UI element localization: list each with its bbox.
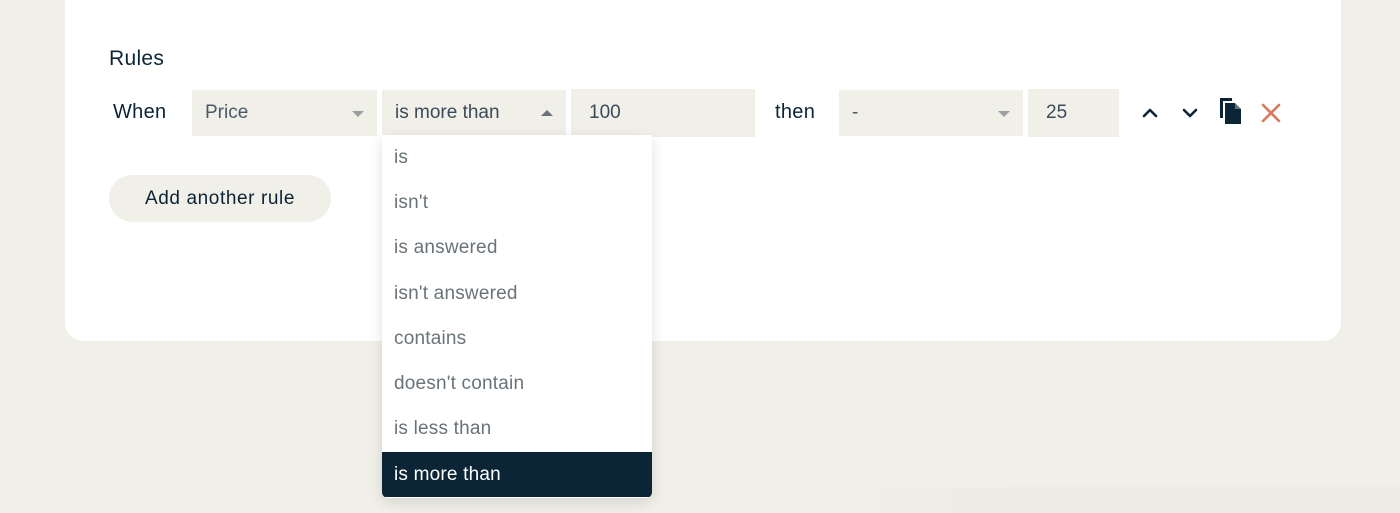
caret-up-icon — [541, 110, 553, 116]
operator-dropdown-menu: is isn't is answered isn't answered cont… — [382, 135, 652, 498]
dropdown-option[interactable]: contains — [382, 316, 652, 361]
chevron-up-icon — [1142, 108, 1158, 118]
dropdown-option[interactable]: is less than — [382, 407, 652, 452]
add-another-rule-button[interactable]: Add another rule — [109, 175, 331, 222]
action-select[interactable]: - — [839, 90, 1023, 136]
delete-rule-button[interactable] — [1255, 97, 1287, 129]
field-select-value: Price — [205, 102, 249, 123]
dropdown-option[interactable]: is — [382, 135, 652, 180]
duplicate-button[interactable] — [1214, 95, 1246, 127]
move-down-button[interactable] — [1174, 97, 1206, 129]
amount-input-text: 25 — [1046, 102, 1068, 123]
operator-select[interactable]: is more than — [382, 90, 566, 136]
dropdown-option[interactable]: isn't answered — [382, 271, 652, 316]
chevron-down-icon — [1182, 108, 1198, 118]
value-input[interactable]: 100 — [571, 89, 755, 137]
caret-down-icon — [998, 111, 1010, 117]
close-icon — [1261, 103, 1281, 123]
move-up-button[interactable] — [1134, 97, 1166, 129]
operator-select-value: is more than — [395, 102, 500, 123]
field-select[interactable]: Price — [192, 90, 377, 136]
action-select-value: - — [852, 102, 859, 123]
value-input-text: 100 — [589, 102, 621, 123]
when-label: When — [113, 101, 167, 123]
amount-input[interactable]: 25 — [1028, 89, 1119, 137]
background-shade — [800, 487, 1400, 513]
caret-down-icon — [352, 111, 364, 117]
duplicate-icon — [1220, 98, 1241, 124]
dropdown-option[interactable]: doesn't contain — [382, 361, 652, 406]
dropdown-option[interactable]: isn't — [382, 180, 652, 225]
rules-card — [65, 0, 1341, 341]
dropdown-option-selected[interactable]: is more than — [382, 452, 652, 498]
section-title: Rules — [109, 47, 165, 70]
dropdown-option[interactable]: is answered — [382, 226, 652, 271]
then-label: then — [775, 101, 816, 123]
